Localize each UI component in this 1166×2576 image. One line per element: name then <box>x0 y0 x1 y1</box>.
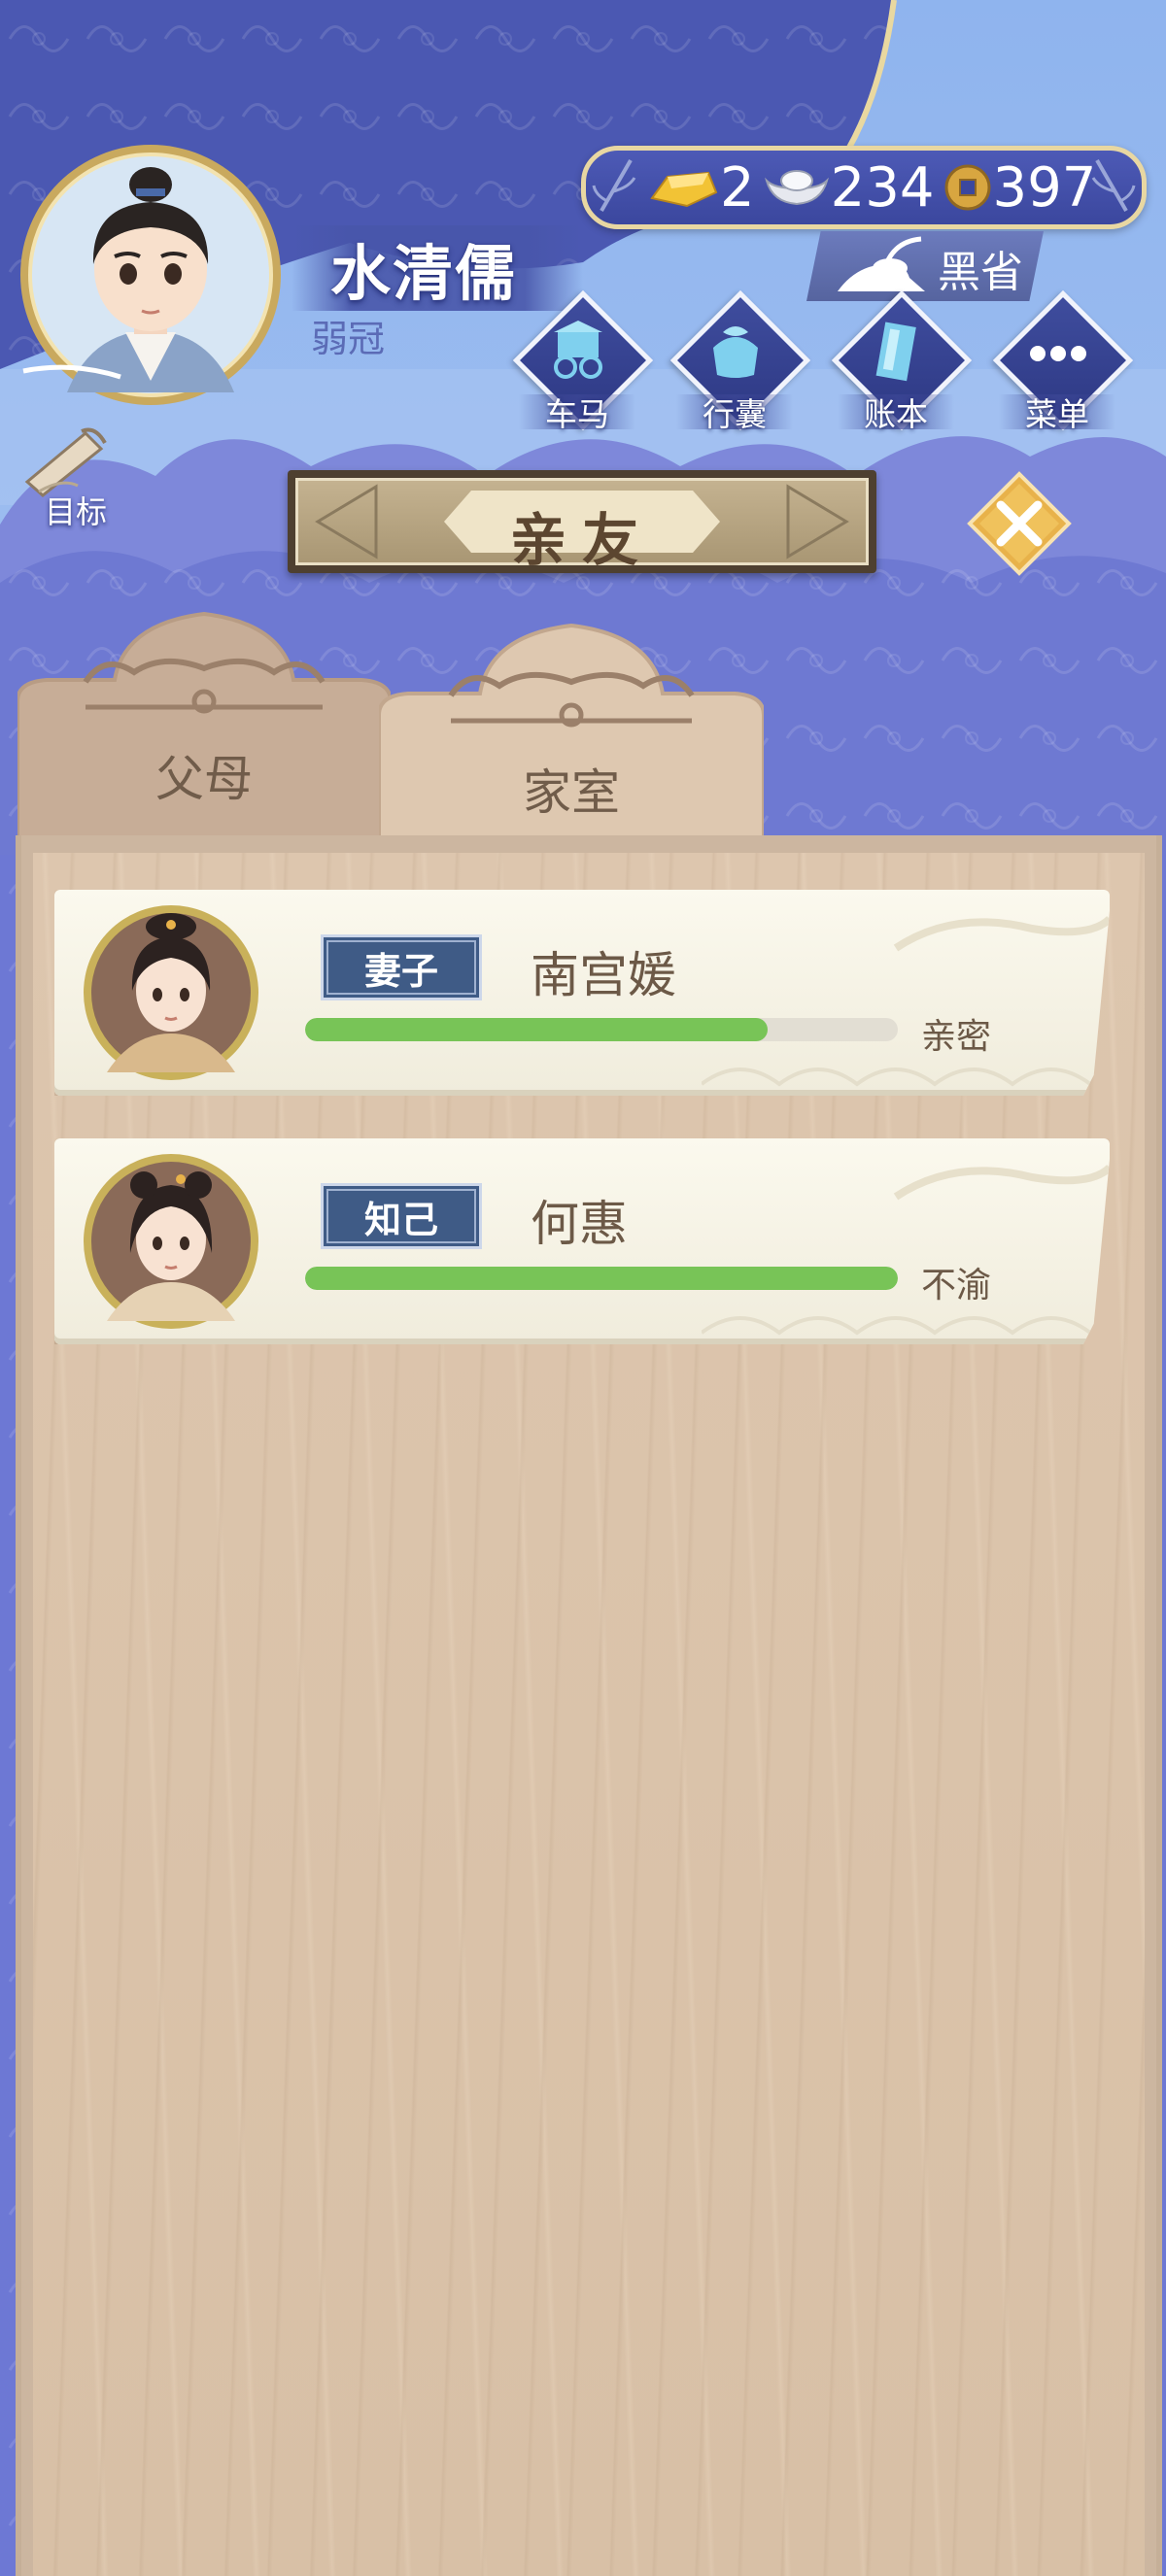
relation-card[interactable]: 妻子 南宫媛 亲密 <box>54 890 1110 1096</box>
role-label: 知己 <box>363 1198 438 1241</box>
goal-button[interactable]: 目标 <box>17 424 144 530</box>
person-name: 何惠 <box>531 1196 628 1252</box>
goal-label: 目标 <box>44 493 107 530</box>
inkstone-icon <box>838 236 925 291</box>
bundle-button[interactable]: 行囊 <box>667 289 811 435</box>
currency-bar: 2 234 397 <box>581 146 1147 229</box>
copper-value: 397 <box>992 155 1097 220</box>
silver-counter: 234 <box>763 156 935 220</box>
bundle-label: 行囊 <box>703 395 767 433</box>
relation-card[interactable]: 知己 何惠 不渝 <box>54 1138 1110 1344</box>
gold-bar-icon <box>650 171 718 208</box>
carriage-icon <box>554 321 602 379</box>
role-label: 妻子 <box>363 949 438 993</box>
ledger-icon <box>875 322 916 382</box>
bamboo-right-icon <box>1091 159 1136 212</box>
silver-value: 234 <box>830 155 935 220</box>
tab-family-label: 家室 <box>523 764 620 821</box>
ledger-label: 账本 <box>864 395 928 433</box>
affinity-bar <box>305 1018 898 1041</box>
copper-coin-icon <box>944 164 991 211</box>
ledger-button[interactable]: 账本 <box>828 289 973 435</box>
affinity-fill <box>305 1018 768 1041</box>
more-icon <box>1030 346 1086 361</box>
affinity-fill <box>305 1267 898 1290</box>
wave-decoration <box>702 915 1110 1087</box>
tab-parents-label: 父母 <box>155 751 253 807</box>
carriage-label: 车马 <box>545 395 609 433</box>
wave-decoration <box>702 1164 1110 1336</box>
wood-panel <box>33 853 1145 2576</box>
menu-button[interactable]: 菜单 <box>989 289 1134 435</box>
close-button[interactable] <box>966 470 1073 577</box>
player-name: 水清儒 <box>292 225 583 311</box>
relation-status: 亲密 <box>921 1017 992 1057</box>
gold-value: 2 <box>720 155 755 220</box>
silver-ingot-icon <box>764 170 829 206</box>
carriage-button[interactable]: 车马 <box>509 289 654 435</box>
spouse-portrait <box>74 898 268 1088</box>
player-avatar[interactable] <box>14 138 288 412</box>
game-screen: 水清儒 弱冠 2 234 397 黑省 车马 行囊 账本 菜单 目标 亲友 父母… <box>0 0 1166 2576</box>
tab-family[interactable]: 家室 <box>377 606 766 853</box>
copper-counter: 397 <box>943 155 1097 220</box>
bamboo-left-icon <box>592 159 636 212</box>
province-name: 黑省 <box>938 248 1023 297</box>
relation-status: 不渝 <box>921 1266 992 1305</box>
menu-label: 菜单 <box>1025 395 1089 433</box>
person-name: 南宫媛 <box>531 947 676 1003</box>
gold-counter: 2 <box>648 156 755 220</box>
bundle-icon <box>713 326 758 378</box>
affinity-bar <box>305 1267 898 1290</box>
player-age-title: 弱冠 <box>311 318 386 360</box>
role-badge: 知己 <box>321 1183 482 1249</box>
page-title: 亲友 <box>509 507 654 573</box>
relations-panel <box>16 835 1162 2576</box>
close-icon <box>967 471 1072 576</box>
role-badge: 妻子 <box>321 934 482 1000</box>
page-title-plate: 亲友 <box>288 470 876 573</box>
confidant-portrait <box>74 1146 268 1337</box>
province-badge[interactable]: 黑省 <box>806 231 1044 301</box>
tab-parents[interactable]: 父母 <box>16 594 393 839</box>
